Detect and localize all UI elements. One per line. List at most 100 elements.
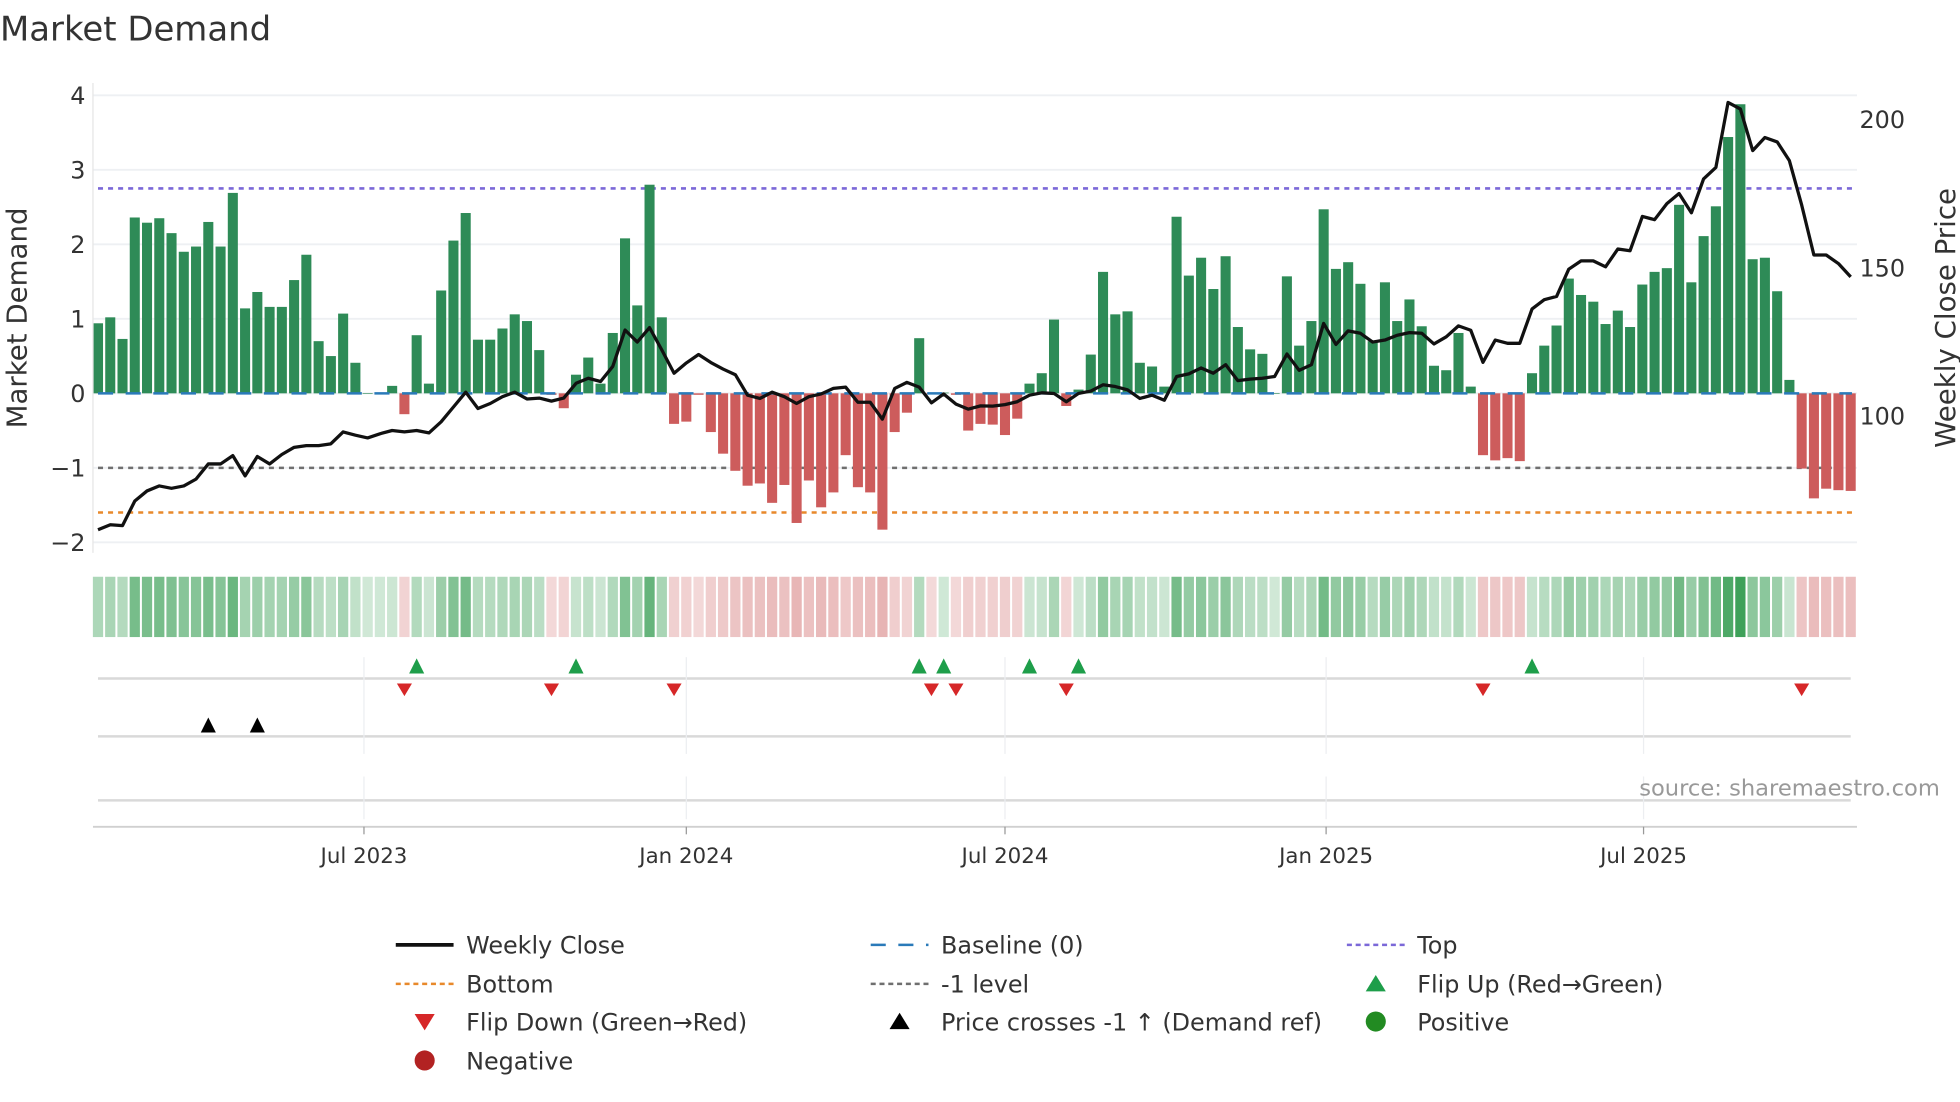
y-axis-label: Market Demand xyxy=(0,207,33,428)
strip-cell-positive xyxy=(325,576,336,638)
strip-cell-negative xyxy=(1061,576,1072,638)
negative-bar xyxy=(767,393,778,503)
positive-bar xyxy=(1232,327,1243,394)
strip-cell-positive xyxy=(301,576,312,638)
positive-bar xyxy=(1441,370,1452,394)
positive-bar xyxy=(1208,289,1219,394)
flip-up-marker xyxy=(568,658,584,674)
legend-label: Top xyxy=(1416,932,1457,960)
legend-triangle-up-icon xyxy=(889,1012,910,1030)
positive-bar xyxy=(1404,299,1415,394)
strip-cell-positive xyxy=(1146,576,1158,638)
strip-cell-negative xyxy=(803,576,815,638)
strip-cell-positive xyxy=(1097,576,1109,638)
strip-cell-positive xyxy=(1171,576,1182,638)
strip-cell-positive xyxy=(264,576,275,638)
strip-cell-positive xyxy=(1195,576,1207,638)
x-tick-label: Jul 2025 xyxy=(1598,844,1687,869)
negative-bar xyxy=(803,393,814,481)
y-tick-label: −1 xyxy=(50,455,85,483)
strip-cell-positive xyxy=(914,576,925,638)
strip-cell-positive xyxy=(1220,576,1231,638)
positive-bar xyxy=(1453,332,1464,394)
positive-bar xyxy=(595,383,606,394)
flip-down-marker xyxy=(1794,683,1810,697)
chart-title: Market Demand xyxy=(0,9,271,48)
legend-item: Flip Down (Green→Red) xyxy=(414,1008,747,1036)
strip-cell-negative xyxy=(1845,576,1856,638)
positive-bar xyxy=(620,238,631,394)
strip-cell-positive xyxy=(1747,576,1758,638)
negative-bar xyxy=(852,393,863,488)
strip-cell-negative xyxy=(399,576,410,638)
weekly-close-line xyxy=(97,100,1852,532)
strip-cell-positive xyxy=(1673,576,1685,638)
x-axis: Jul 2023 Jan 2024 Jul 2024 Jan 2025 Jul 2025 xyxy=(92,657,1857,869)
strip-cell-negative xyxy=(754,576,765,638)
x-tick-label: Jul 2024 xyxy=(960,844,1049,869)
legend-label: -1 level xyxy=(941,971,1029,999)
strip-cell-positive xyxy=(509,576,520,638)
strip-cell-negative xyxy=(779,576,790,638)
flip-down-marker xyxy=(1475,683,1491,697)
legend-label: Bottom xyxy=(466,971,554,999)
positive-bar xyxy=(203,221,214,394)
positive-bar xyxy=(129,217,140,394)
strip-cell-positive xyxy=(1588,576,1599,638)
positive-bar xyxy=(338,313,349,394)
strip-cell-positive xyxy=(583,576,594,638)
positive-bar xyxy=(1245,349,1256,394)
strip-cell-negative xyxy=(668,576,680,638)
strip-cell-positive xyxy=(423,576,435,638)
strip-cell-positive xyxy=(534,576,545,638)
strip-cell-negative xyxy=(546,576,557,638)
strip-cell-negative xyxy=(1477,576,1489,638)
strip-cell-negative xyxy=(816,576,827,638)
x-tick-label: Jan 2024 xyxy=(637,844,733,869)
positive-bar xyxy=(1330,268,1341,394)
strip-cell-positive xyxy=(619,576,631,638)
legend-label: Positive xyxy=(1417,1008,1509,1036)
strip-cell-positive xyxy=(1575,576,1587,638)
demand-bars xyxy=(92,104,1856,530)
positive-bar xyxy=(1661,268,1672,394)
negative-bar xyxy=(681,393,692,422)
strip-cell-negative xyxy=(901,576,913,638)
strip-cell-negative xyxy=(865,576,876,638)
positive-bar xyxy=(1367,341,1378,394)
positive-bar xyxy=(1637,284,1648,394)
legend-item: Top xyxy=(1346,932,1457,960)
positive-bar xyxy=(325,356,336,394)
strip-cell-positive xyxy=(1306,576,1317,638)
positive-bar xyxy=(1686,282,1697,394)
positive-bar xyxy=(1110,314,1121,394)
event-markers xyxy=(98,658,1851,802)
strip-cell-positive xyxy=(1024,576,1035,638)
strip-cell-negative xyxy=(705,576,716,638)
strip-cell-positive xyxy=(1183,576,1194,638)
strip-cell-negative xyxy=(1490,576,1501,638)
positive-bar xyxy=(276,306,287,394)
positive-bar xyxy=(362,393,373,394)
legend-label: Price crosses -1 ↑ (Demand ref) xyxy=(941,1008,1322,1036)
strip-cell-positive xyxy=(1330,576,1342,638)
negative-bar xyxy=(963,393,974,431)
legend-item: Positive xyxy=(1365,1008,1509,1036)
positive-bar xyxy=(497,328,508,394)
legend: Weekly Close Baseline (0) Top Bottom -1 leve… xyxy=(395,932,1663,1075)
legend-label: Flip Down (Green→Red) xyxy=(466,1008,747,1036)
legend-label: Weekly Close xyxy=(466,932,625,960)
strip-cell-positive xyxy=(1710,576,1721,638)
negative-bar xyxy=(693,393,704,395)
strip-cell-positive xyxy=(632,576,643,638)
y-tick-label: 0 xyxy=(70,380,85,408)
market-demand-chart: Market Demand 4 3 2 1 0 −1 −2 200 150 100 Market … xyxy=(0,9,1960,1075)
strip-cell-positive xyxy=(1367,576,1378,638)
strip-cell-positive xyxy=(607,576,618,638)
strip-cell-positive xyxy=(1784,576,1795,638)
positive-bar xyxy=(1625,327,1636,394)
positive-bar xyxy=(411,335,422,394)
strip-cell-positive xyxy=(448,576,459,638)
y-tick-label: 1 xyxy=(70,306,85,334)
strip-cell-positive xyxy=(1563,576,1574,638)
